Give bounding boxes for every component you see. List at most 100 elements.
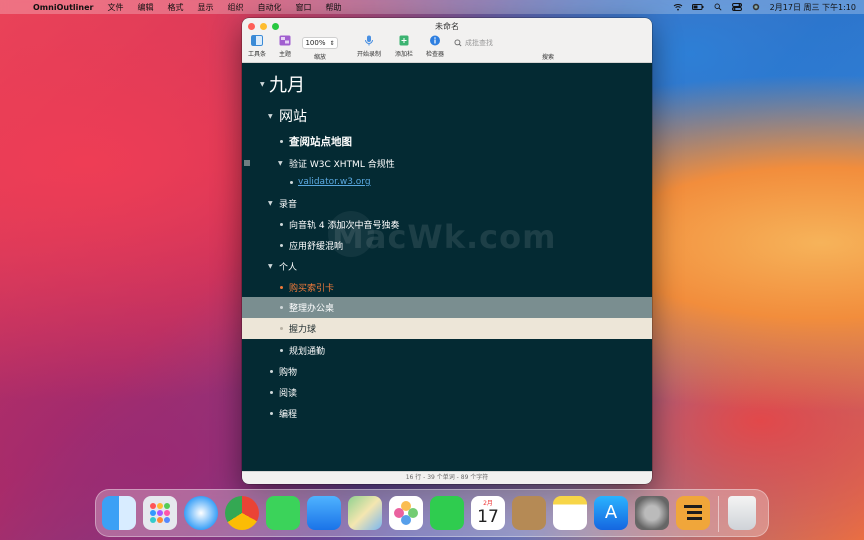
row-text[interactable]: 编程 — [279, 407, 297, 420]
disclosure-triangle-icon[interactable]: ▼ — [268, 200, 273, 207]
outline-row[interactable]: 编程 — [242, 405, 652, 421]
outline-row[interactable]: 阅读 — [242, 384, 652, 400]
trash-icon[interactable] — [728, 496, 756, 530]
menu-app-name[interactable]: OmniOutliner — [26, 3, 100, 12]
facetime-icon[interactable] — [430, 496, 464, 530]
mail-icon[interactable] — [307, 496, 341, 530]
row-text[interactable]: 购买索引卡 — [289, 281, 334, 294]
outline-row[interactable]: ▼ 验证 W3C XHTML 合规性 — [242, 155, 652, 171]
menu-automation[interactable]: 自动化 — [250, 2, 288, 13]
calendar-icon[interactable]: 2月 17 — [471, 496, 505, 530]
row-text[interactable]: 整理办公桌 — [289, 301, 334, 314]
row-text[interactable]: 阅读 — [279, 386, 297, 399]
contacts-icon[interactable] — [512, 496, 546, 530]
dock-separator — [718, 496, 719, 532]
menu-organize[interactable]: 组织 — [220, 2, 250, 13]
row-text[interactable]: 网站 — [279, 106, 307, 126]
row-bullet — [280, 285, 283, 289]
sidebar-icon — [251, 35, 263, 46]
outline-row[interactable]: ▼ 个人 — [242, 258, 652, 274]
system-preferences-icon[interactable] — [635, 496, 669, 530]
outline-row[interactable]: 规划通勤 — [242, 342, 652, 358]
app-store-icon[interactable]: A — [594, 496, 628, 530]
menu-help[interactable]: 帮助 — [318, 2, 348, 13]
outline-row[interactable]: ▼ 录音 — [242, 195, 652, 211]
row-text[interactable]: 九月 — [269, 71, 305, 97]
search-field[interactable]: 成批查找 — [454, 36, 564, 49]
battery-icon[interactable] — [691, 3, 704, 11]
inspector-label: 检查器 — [426, 51, 445, 58]
outline-view[interactable]: MacWk.com ▼ 九月 ▼ 网站 查阅站点地图 ▼ 验证 W3C XHTM… — [242, 63, 652, 471]
row-text[interactable]: 个人 — [279, 260, 297, 273]
stepper-arrows-icon: ⇕ — [329, 39, 335, 47]
row-text[interactable]: 录音 — [279, 197, 297, 210]
search-label: 搜索 — [542, 54, 555, 61]
row-text[interactable]: 验证 W3C XHTML 合规性 — [289, 157, 395, 170]
outline-row-selected[interactable]: 握力球 — [242, 318, 652, 339]
title-bar: 未命名 工具条 主题 100% ⇕ 缩放 开始录制 添加栏 检查器 成批查找 搜… — [242, 18, 652, 63]
row-bullet — [280, 327, 283, 330]
outline-row[interactable]: 向音轨 4 添加次中音号独奏 — [242, 216, 652, 232]
menubar-clock[interactable]: 2月17日 周三 下午1:10 — [770, 2, 856, 13]
sidebar-toggle-button[interactable]: 工具条 — [248, 35, 266, 58]
photos-icon[interactable] — [389, 496, 423, 530]
menu-file[interactable]: 文件 — [100, 2, 130, 13]
menu-format[interactable]: 格式 — [160, 2, 190, 13]
dock: 2月 17 A — [95, 489, 769, 537]
zoom-stepper[interactable]: 100% ⇕ — [302, 37, 338, 49]
menu-view[interactable]: 显示 — [190, 2, 220, 13]
disclosure-triangle-icon[interactable]: ▼ — [268, 113, 273, 120]
row-bullet — [280, 139, 283, 143]
zoom-label: 缩放 — [314, 54, 327, 61]
outline-row[interactable]: 购买索引卡 — [242, 279, 652, 295]
row-text[interactable]: 向音轨 4 添加次中音号独奏 — [289, 218, 399, 231]
row-text[interactable]: 规划通勤 — [289, 344, 325, 357]
toolbar: 工具条 主题 100% ⇕ 缩放 开始录制 添加栏 检查器 成批查找 搜索 — [242, 35, 652, 63]
row-text[interactable]: 购物 — [279, 365, 297, 378]
disclosure-triangle-icon[interactable]: ▼ — [260, 81, 265, 88]
row-text[interactable]: 查阅站点地图 — [289, 134, 352, 149]
messages-icon[interactable] — [266, 496, 300, 530]
inspector-button[interactable]: 检查器 — [426, 35, 444, 58]
launchpad-icon[interactable] — [143, 496, 177, 530]
disclosure-triangle-icon[interactable]: ▼ — [278, 160, 283, 167]
menu-edit[interactable]: 编辑 — [130, 2, 160, 13]
theme-icon — [279, 35, 291, 46]
theme-button[interactable]: 主题 — [279, 35, 291, 58]
row-text[interactable]: 应用舒缓混响 — [289, 239, 343, 252]
outline-row[interactable]: ▼ 九月 — [242, 71, 652, 97]
row-text[interactable]: 握力球 — [289, 322, 316, 335]
row-bullet — [270, 411, 273, 415]
status-bar: 16 行 - 39 个单词 - 89 个字符 — [242, 471, 652, 484]
outline-row[interactable]: ▼ 网站 — [242, 106, 652, 126]
calendar-day: 17 — [477, 507, 499, 527]
chrome-icon[interactable] — [225, 496, 259, 530]
zoom-value: 100% — [305, 39, 326, 47]
toolbar-label: 工具条 — [248, 51, 267, 58]
record-button[interactable]: 开始录制 — [357, 35, 381, 58]
wifi-icon[interactable] — [673, 3, 683, 11]
add-column-icon — [399, 35, 409, 46]
spotlight-icon[interactable] — [713, 3, 723, 11]
outline-row[interactable]: 购物 — [242, 363, 652, 379]
disclosure-triangle-icon[interactable]: ▼ — [268, 263, 273, 270]
notes-icon[interactable] — [553, 496, 587, 530]
row-bullet — [280, 348, 283, 352]
outline-row[interactable]: 查阅站点地图 — [242, 133, 652, 149]
menu-window[interactable]: 窗口 — [288, 2, 318, 13]
app-store-glyph-icon: A — [604, 502, 618, 523]
safari-icon[interactable] — [184, 496, 218, 530]
outline-row-selected[interactable]: 整理办公桌 — [242, 297, 652, 318]
menu-bar: OmniOutliner 文件 编辑 格式 显示 组织 自动化 窗口 帮助 2月… — [0, 0, 864, 14]
control-center-icon[interactable] — [731, 3, 742, 11]
add-column-button[interactable]: 添加栏 — [395, 35, 413, 58]
outline-lines-icon — [684, 505, 702, 520]
outline-row[interactable]: validator.w3.org — [242, 175, 652, 189]
omnioutliner-icon[interactable] — [676, 496, 710, 530]
row-link[interactable]: validator.w3.org — [298, 177, 371, 187]
drag-handle-icon[interactable] — [244, 160, 250, 166]
maps-icon[interactable] — [348, 496, 382, 530]
finder-icon[interactable] — [102, 496, 136, 530]
siri-icon[interactable] — [751, 3, 761, 11]
outline-row[interactable]: 应用舒缓混响 — [242, 237, 652, 253]
